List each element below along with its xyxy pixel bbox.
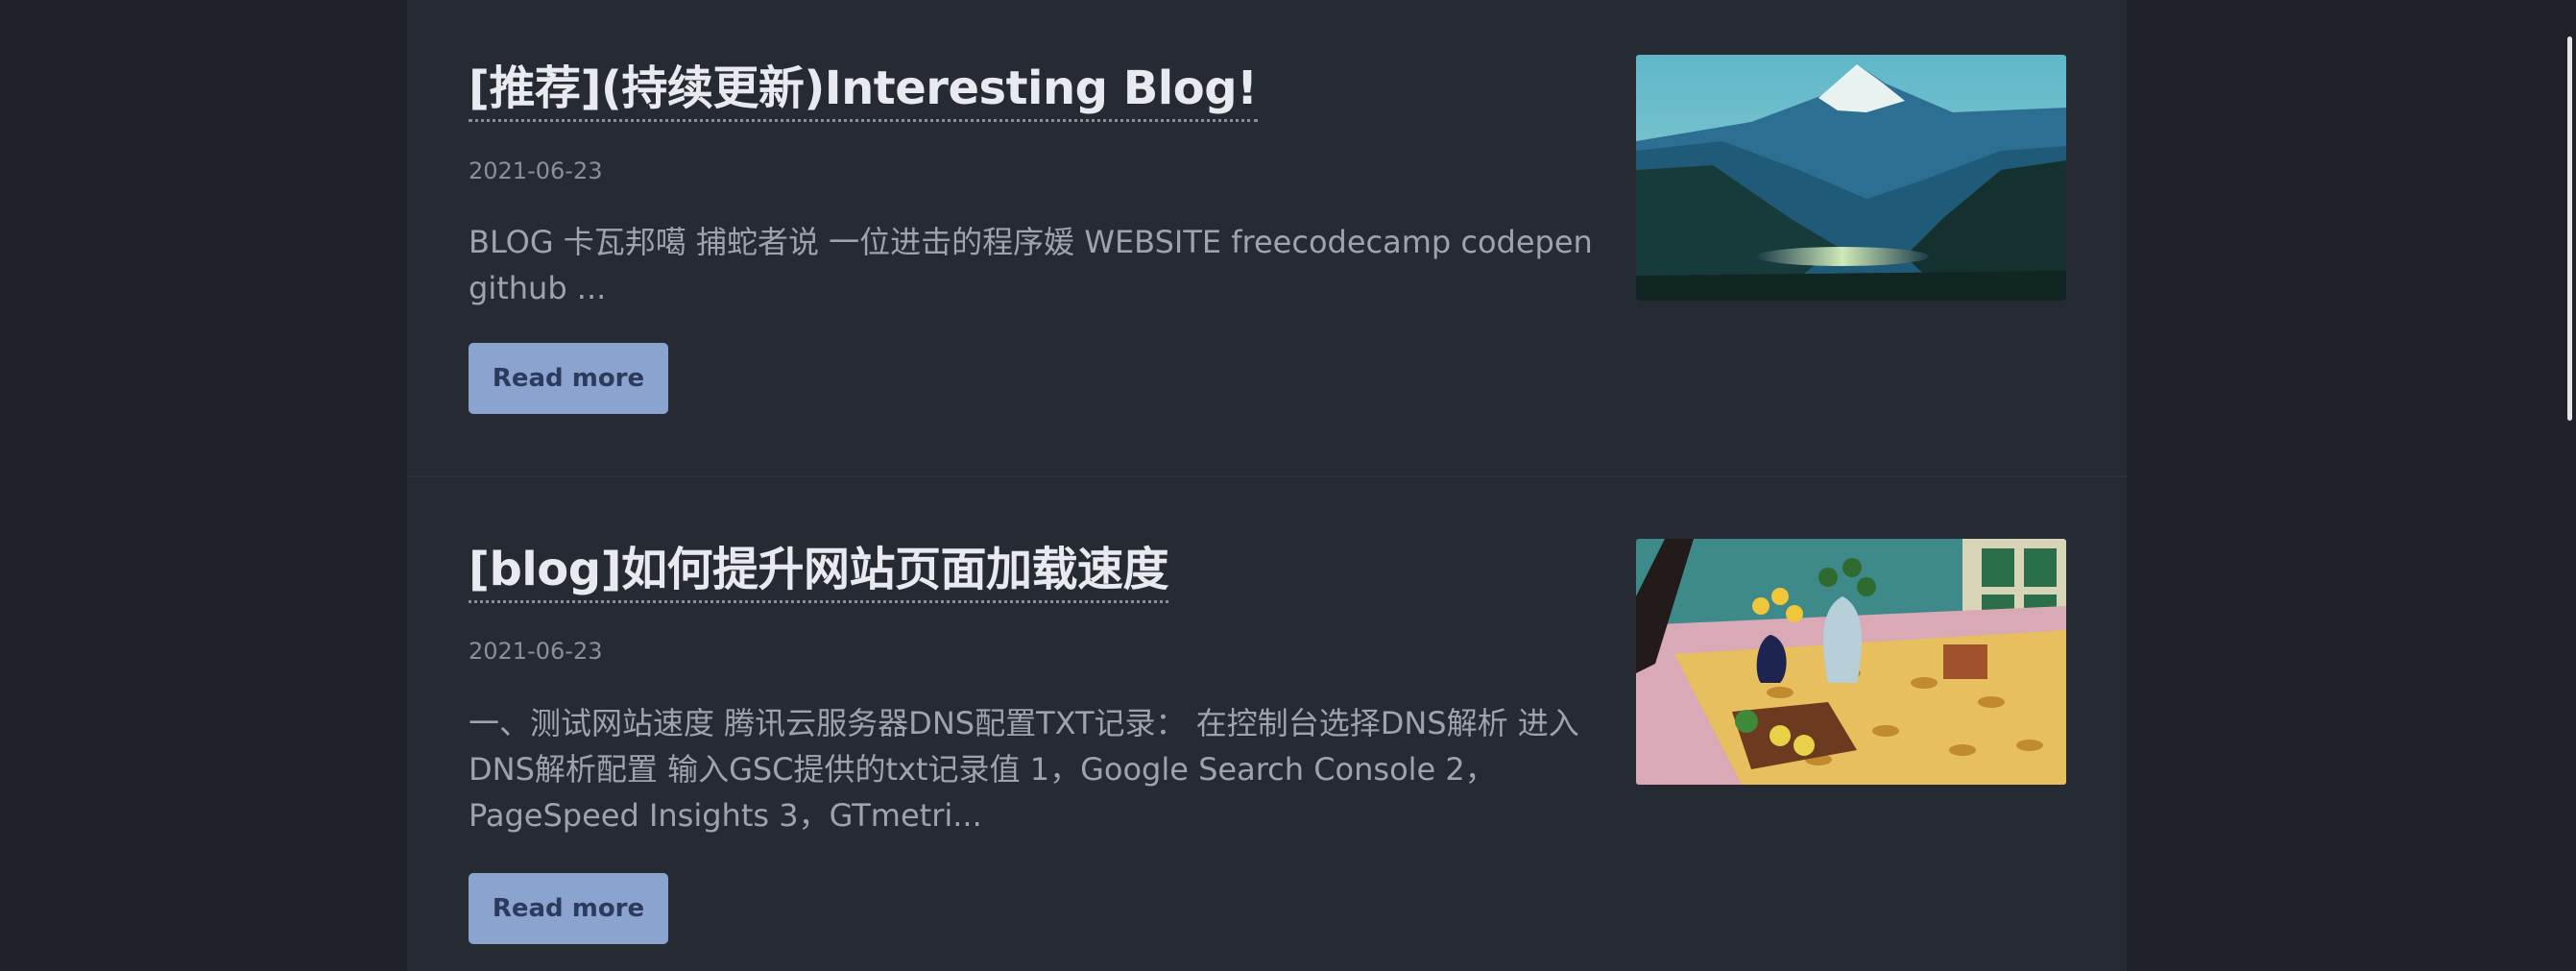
page: [推荐](持续更新)Interesting Blog! 2021-06-23 B… [0,0,2576,971]
post-date: 2021-06-23 [469,158,603,184]
post-title-link[interactable]: [blog]如何提升网站页面加载速度 [469,541,1169,603]
scrollbar-thumb[interactable] [2567,36,2572,421]
post-thumbnail-still-life[interactable] [1636,539,2066,785]
post-title-link[interactable]: [推荐](持续更新)Interesting Blog! [469,60,1258,122]
read-more-button[interactable]: Read more [469,343,668,414]
post-thumbnail-mountain-lake[interactable] [1636,55,2066,301]
post-card: [blog]如何提升网站页面加载速度 2021-06-23 一、测试网站速度 腾… [407,477,2127,971]
post-date: 2021-06-23 [469,638,603,665]
read-more-button[interactable]: Read more [469,873,668,944]
post-excerpt: BLOG 卡瓦邦噶 捕蛇者说 一位进击的程序媛 WEBSITE freecode… [469,224,1593,306]
post-card: [推荐](持续更新)Interesting Blog! 2021-06-23 B… [407,0,2127,476]
post-excerpt: 一、测试网站速度 腾讯云服务器DNS配置TXT记录： 在控制台选择DNS解析 进… [469,705,1579,834]
still-life-image [1636,539,2066,785]
mountain-lake-image [1636,55,2066,301]
post-list: [推荐](持续更新)Interesting Blog! 2021-06-23 B… [407,0,2127,971]
